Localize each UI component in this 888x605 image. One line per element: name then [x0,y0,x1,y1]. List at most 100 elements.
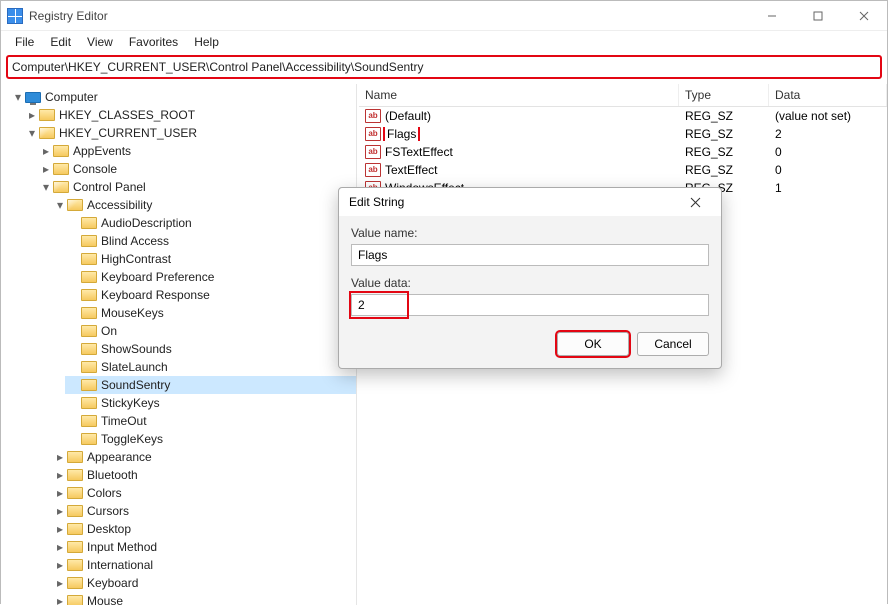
folder-icon [67,541,83,553]
menu-file[interactable]: File [7,33,42,51]
tree-label: Appearance [87,450,152,464]
value-name-field: Flags [351,244,709,266]
tree-node[interactable]: ▸Keyboard Preference [65,268,356,286]
tree-label: Keyboard Preference [101,270,214,284]
tree-node[interactable]: ▸Colors [51,484,356,502]
chevron-down-icon[interactable]: ▾ [25,126,39,140]
tree-node[interactable]: ▸Mouse [51,592,356,605]
addressbar[interactable]: Computer\HKEY_CURRENT_USER\Control Panel… [7,56,881,78]
folder-icon [81,253,97,265]
edit-string-dialog: Edit String Value name: Flags Value data… [338,187,722,369]
chevron-right-icon[interactable]: ▸ [39,162,53,176]
close-button[interactable] [841,1,887,31]
computer-icon [25,92,41,103]
value-data-label: Value data: [351,276,709,290]
tree-node-hkcu[interactable]: ▾ HKEY_CURRENT_USER [23,124,356,142]
value-data: 0 [769,163,887,177]
tree-node[interactable]: ▸ Console [37,160,356,178]
chevron-down-icon[interactable]: ▾ [11,90,25,104]
chevron-right-icon[interactable]: ▸ [53,468,67,482]
list-row[interactable]: abTextEffectREG_SZ0 [359,161,887,179]
tree-label: MouseKeys [101,306,164,320]
tree-node[interactable]: ▸Blind Access [65,232,356,250]
maximize-button[interactable] [795,1,841,31]
tree-node[interactable]: ▸On [65,322,356,340]
menu-favorites[interactable]: Favorites [121,33,186,51]
tree-node[interactable]: ▸Bluetooth [51,466,356,484]
tree-node[interactable]: ▸ Appearance [51,448,356,466]
tree-node[interactable]: ▸ AppEvents [37,142,356,160]
tree-label: ToggleKeys [101,432,163,446]
chevron-right-icon[interactable]: ▸ [25,108,39,122]
tree-node[interactable]: ▸ToggleKeys [65,430,356,448]
tree-label: Input Method [87,540,157,554]
tree-label: SoundSentry [101,378,170,392]
value-name: Flags [385,127,418,141]
list-row[interactable]: abFSTextEffectREG_SZ0 [359,143,887,161]
tree-label: Control Panel [73,180,146,194]
column-header-data[interactable]: Data [769,84,887,106]
folder-icon [67,577,83,589]
column-header-type[interactable]: Type [679,84,769,106]
tree-node[interactable]: ▸Keyboard Response [65,286,356,304]
chevron-right-icon[interactable]: ▸ [53,594,67,605]
ok-button[interactable]: OK [557,332,629,356]
tree-node[interactable]: ▸ShowSounds [65,340,356,358]
tree-node[interactable]: ▸SoundSentry [65,376,356,394]
registry-tree[interactable]: ▾ Computer ▸ HKEY_CLASSES_ROOT ▾ [1,84,356,605]
chevron-right-icon[interactable]: ▸ [53,558,67,572]
tree-node[interactable]: ▸Desktop [51,520,356,538]
tree-node[interactable]: ▸HighContrast [65,250,356,268]
chevron-right-icon[interactable]: ▸ [53,486,67,500]
chevron-down-icon[interactable]: ▾ [53,198,67,212]
folder-icon [81,343,97,355]
chevron-right-icon[interactable]: ▸ [39,144,53,158]
menu-help[interactable]: Help [186,33,227,51]
minimize-button[interactable] [749,1,795,31]
tree-node[interactable]: ▸TimeOut [65,412,356,430]
chevron-right-icon[interactable]: ▸ [53,504,67,518]
tree-node[interactable]: ▸MouseKeys [65,304,356,322]
tree-label: AudioDescription [101,216,192,230]
window-title: Registry Editor [29,9,108,23]
tree-label: Blind Access [101,234,169,248]
tree-node[interactable]: ▸StickyKeys [65,394,356,412]
list-row[interactable]: ab(Default)REG_SZ(value not set) [359,107,887,125]
column-header-name[interactable]: Name [359,84,679,106]
string-value-icon: ab [365,145,381,159]
tree-node-controlpanel[interactable]: ▾ Control Panel [37,178,356,196]
tree-node-hkcr[interactable]: ▸ HKEY_CLASSES_ROOT [23,106,356,124]
tree-node[interactable]: ▸AudioDescription [65,214,356,232]
tree-node[interactable]: ▸SlateLaunch [65,358,356,376]
folder-icon [67,559,83,571]
list-header: Name Type Data [359,84,887,107]
chevron-right-icon[interactable]: ▸ [53,576,67,590]
tree-node[interactable]: ▸ Cursors [51,502,356,520]
chevron-right-icon[interactable]: ▸ [53,450,67,464]
tree-label: On [101,324,117,338]
tree-label: Keyboard [87,576,138,590]
folder-icon [81,433,97,445]
value-data: 1 [769,181,887,195]
highlight-box [351,293,407,317]
tree-node[interactable]: ▸International [51,556,356,574]
string-value-icon: ab [365,127,381,141]
list-row[interactable]: abFlagsREG_SZ2 [359,125,887,143]
dialog-close-button[interactable] [675,188,715,216]
menu-edit[interactable]: Edit [42,33,79,51]
tree-label: StickyKeys [101,396,160,410]
dialog-titlebar[interactable]: Edit String [339,188,721,216]
tree-node-computer[interactable]: ▾ Computer [9,88,356,106]
folder-icon [39,109,55,121]
folder-icon [53,181,69,193]
tree-label: Cursors [87,504,129,518]
tree-node[interactable]: ▸ Input Method [51,538,356,556]
tree-node[interactable]: ▸ Keyboard [51,574,356,592]
tree-node-accessibility[interactable]: ▾ Accessibility [51,196,356,214]
cancel-button[interactable]: Cancel [637,332,709,356]
chevron-right-icon[interactable]: ▸ [53,540,67,554]
chevron-down-icon[interactable]: ▾ [39,180,53,194]
menu-view[interactable]: View [79,33,121,51]
chevron-right-icon[interactable]: ▸ [53,522,67,536]
tree-label: Computer [45,90,98,104]
